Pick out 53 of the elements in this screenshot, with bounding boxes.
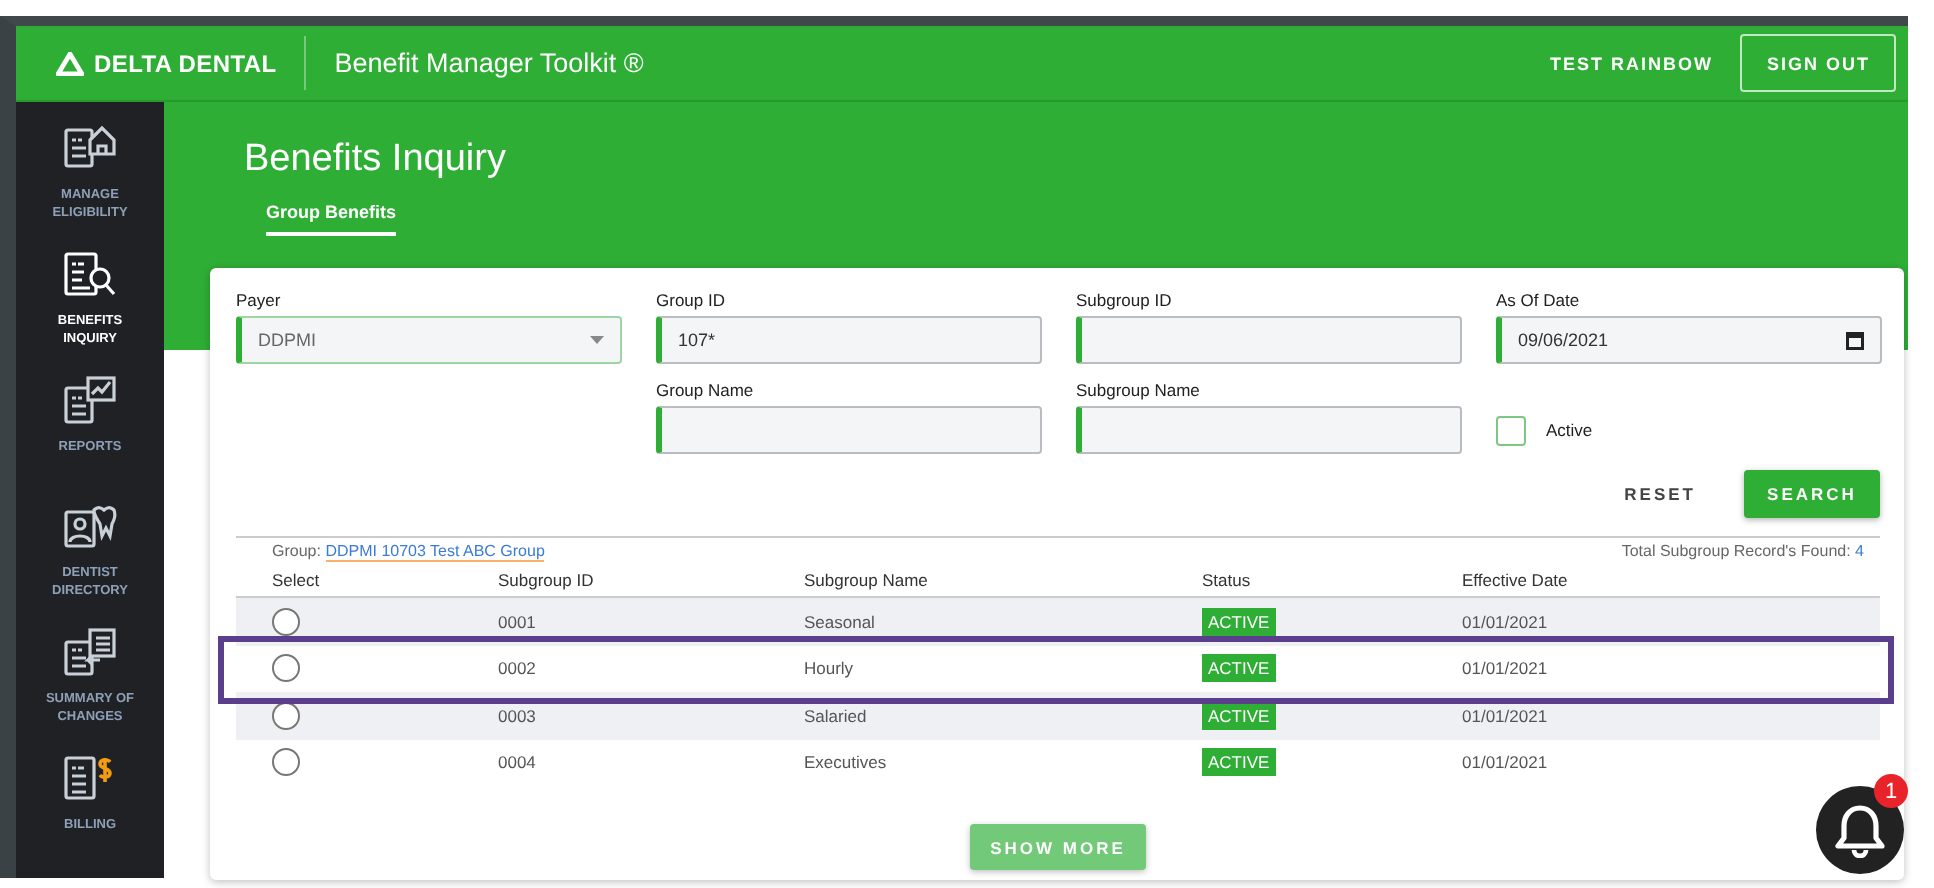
table-cell-text: Executives xyxy=(804,752,889,773)
status-badge: ACTIVE xyxy=(1202,748,1276,777)
input-field[interactable]: 107* xyxy=(656,316,1042,364)
reset-button[interactable]: RESET xyxy=(1612,484,1708,504)
table-cell-text: 01/01/2021 xyxy=(1462,611,1550,632)
page-title: Benefits Inquiry xyxy=(244,138,508,184)
field-label: Payer xyxy=(236,290,283,310)
column-header: Effective Date xyxy=(1462,569,1570,589)
document-list-icon[interactable] xyxy=(60,626,120,680)
field-label: Group Name xyxy=(656,380,756,400)
status-badge: ACTIVE xyxy=(1202,607,1276,636)
group-link[interactable]: DDPMI 10703 Test ABC Group xyxy=(325,542,545,562)
document-search-icon[interactable] xyxy=(60,248,120,302)
radio-button[interactable] xyxy=(272,607,300,636)
checkbox-label: Active xyxy=(1546,420,1593,440)
group-label: Group: xyxy=(272,542,321,560)
table-cell-text: Hourly xyxy=(804,658,856,679)
column-header: Status xyxy=(1202,569,1253,589)
input-field[interactable] xyxy=(656,406,1042,454)
record-count: 4 xyxy=(1855,542,1864,560)
checkbox[interactable] xyxy=(1496,415,1526,445)
triangle-logo-icon xyxy=(56,51,84,75)
app-title: Benefit Manager Toolkit ® xyxy=(334,48,644,78)
input-field[interactable] xyxy=(1076,316,1462,364)
field-label: Group ID xyxy=(656,290,727,310)
table-cell-text: 01/01/2021 xyxy=(1462,752,1550,773)
date-field[interactable]: 09/06/2021 xyxy=(1496,316,1882,364)
dropdown-caret-icon xyxy=(590,336,604,344)
radio-button[interactable] xyxy=(272,748,300,777)
table-cell-text: Seasonal xyxy=(804,611,877,632)
record-count-label: Total Subgroup Record's Found: xyxy=(1621,542,1851,560)
brand-name: DELTA DENTAL xyxy=(94,49,277,77)
column-header: Subgroup Name xyxy=(804,569,930,589)
table-cell-text: 01/01/2021 xyxy=(1462,658,1550,679)
bell-icon xyxy=(1834,802,1886,858)
field-label: Subgroup Name xyxy=(1076,380,1202,400)
field-label: As Of Date xyxy=(1496,290,1582,310)
table-cell-text: Salaried xyxy=(804,705,869,726)
person-tooth-icon[interactable] xyxy=(60,500,120,554)
input-field[interactable] xyxy=(1076,406,1462,454)
payer-dropdown[interactable]: DDPMI xyxy=(236,316,622,364)
radio-button[interactable] xyxy=(272,654,300,683)
field-label: Subgroup ID xyxy=(1076,290,1174,310)
table-cell-text: 01/01/2021 xyxy=(1462,705,1550,726)
status-badge: ACTIVE xyxy=(1202,654,1276,683)
calendar-icon[interactable] xyxy=(1846,331,1864,349)
table-cell-text: 0003 xyxy=(498,705,538,726)
column-header: Select xyxy=(272,569,322,589)
column-header: Subgroup ID xyxy=(498,569,596,589)
table-cell-text: 0002 xyxy=(498,658,538,679)
table-cell-text: 0004 xyxy=(498,752,538,773)
chart-document-icon[interactable] xyxy=(60,374,120,428)
table-cell-text: 0001 xyxy=(498,611,538,632)
